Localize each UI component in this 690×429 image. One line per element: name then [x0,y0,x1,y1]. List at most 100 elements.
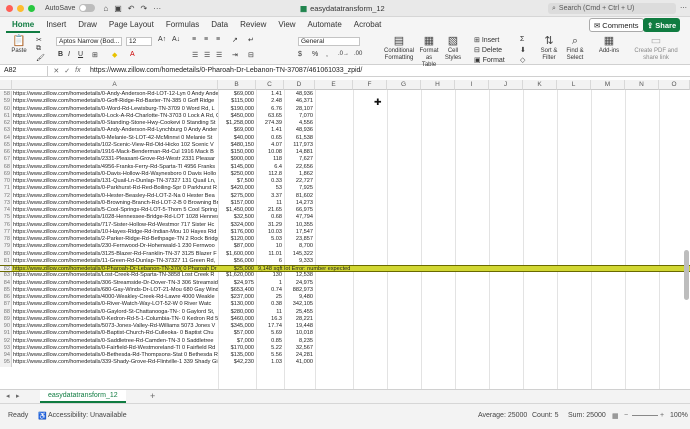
cell-url[interactable]: https://www.zillow.com/homedetails/3125-… [12,251,218,258]
cell-url[interactable]: https://www.zillow.com/homedetails/230-F… [12,243,218,250]
underline-icon[interactable]: U [78,51,83,58]
close-window-button[interactable] [6,4,13,12]
cell-url[interactable]: https://www.zillow.com/homedetails/4000-… [12,294,218,301]
row-number[interactable]: 84 [0,279,12,287]
clear-icon[interactable]: ◇ [520,56,525,64]
paste-button[interactable]: 📋 Paste [6,35,32,55]
home-icon[interactable]: ⌂ [103,4,108,13]
cell-url[interactable]: https://www.zillow.com/homedetails/0-Bet… [12,352,218,359]
cell-price[interactable]: $345,000 [218,323,256,330]
row-number[interactable]: 59 [0,98,12,106]
cell-price[interactable]: $900,000 [218,156,256,163]
cell-price[interactable]: $176,000 [218,229,256,236]
cell-price-per-acre[interactable]: 8,235 [284,338,315,345]
cell-acres[interactable]: 6.4 [256,164,284,171]
cell-price[interactable]: $42,230 [218,359,256,366]
cell-acres[interactable]: 11.01 [256,251,284,258]
cell-price[interactable]: $32,500 [218,214,256,221]
cell-acres[interactable]: 0.65 [256,135,284,142]
cell-url[interactable]: https://www.zillow.com/homedetails/0-Gof… [12,98,218,105]
cell-acres[interactable]: 1 [256,280,284,287]
cell-acres[interactable]: 118 [256,156,284,163]
cell-price[interactable]: $480,150 [218,142,256,149]
column-header-k[interactable]: K [523,80,557,90]
cell-price-per-acre[interactable]: 28,107 [284,106,315,113]
decrease-decimal-icon[interactable]: .00 [354,51,362,57]
cell-price[interactable]: $145,000 [218,164,256,171]
cell-price[interactable]: $1,258,000 [218,120,256,127]
row-number[interactable]: 86 [0,294,12,302]
cell-acres[interactable]: 0.74 [256,287,284,294]
cell-price-per-acre[interactable]: 14,273 [284,200,315,207]
align-right-icon[interactable]: ☰ [216,51,222,59]
column-header-c[interactable]: C [256,80,284,90]
column-header-m[interactable]: M [591,80,625,90]
cell-acres[interactable]: 63.65 [256,113,284,120]
cell-price[interactable]: $450,000 [218,113,256,120]
table-row[interactable]: 81 https://www.zillow.com/homedetails/11-… [0,257,690,265]
tab-review[interactable]: Review [234,20,272,33]
cell-acres[interactable]: 53 [256,185,284,192]
row-number[interactable]: 69 [0,170,12,178]
row-number[interactable]: 87 [0,301,12,309]
merge-icon[interactable]: ⊟ [248,51,254,59]
table-row[interactable]: 88 https://www.zillow.com/homedetails/0-G… [0,308,690,316]
more-icon[interactable]: ··· [153,4,161,13]
cell-price-per-acre[interactable]: 47,794 [284,214,315,221]
cell-acres[interactable]: 5.69 [256,330,284,337]
zoom-out-icon[interactable]: − [624,412,628,419]
cell-acres[interactable]: 10.08 [256,149,284,156]
cell-url[interactable]: https://www.zillow.com/homedetails/0-And… [12,91,218,98]
cell-acres[interactable]: 0.33 [256,178,284,185]
tab-view[interactable]: View [272,20,301,33]
cell-price-per-acre[interactable]: 46,371 [284,98,315,105]
cell-acres[interactable]: 6 [256,258,284,265]
cell-url[interactable]: https://www.zillow.com/homedetails/0-Fai… [12,345,218,352]
cell-price[interactable]: $69,000 [218,127,256,134]
cell-price-per-acre[interactable]: 117,973 [284,142,315,149]
cell-url[interactable]: https://www.zillow.com/homedetails/0-Loc… [12,113,218,120]
cell-url[interactable]: https://www.zillow.com/homedetails/0-Sad… [12,338,218,345]
table-row[interactable]: 64 https://www.zillow.com/homedetails/0-M… [0,134,690,142]
cell-price[interactable]: $280,000 [218,309,256,316]
tab-page-layout[interactable]: Page Layout [103,20,160,33]
row-number[interactable]: 72 [0,192,12,200]
row-number[interactable]: 73 [0,199,12,207]
cell-price[interactable]: $57,000 [218,330,256,337]
cell-price[interactable]: $7,500 [218,178,256,185]
cell-acres[interactable]: 6.76 [256,106,284,113]
cell-price[interactable]: $130,000 [218,301,256,308]
cell-acres[interactable]: 112.8 [256,171,284,178]
cell-price-per-acre[interactable]: 882,973 [284,287,315,294]
cell-acres[interactable]: 10 [256,243,284,250]
cell-price[interactable]: $7,000 [218,338,256,345]
cancel-icon[interactable]: ✕ [53,67,59,75]
tab-insert[interactable]: Insert [40,20,72,33]
column-header-i[interactable]: I [455,80,489,90]
column-header-a[interactable]: A [12,80,218,90]
percent-icon[interactable]: % [312,51,318,58]
table-row[interactable]: 76 https://www.zillow.com/homedetails/717… [0,221,690,229]
cell-price[interactable]: $157,000 [218,200,256,207]
table-row[interactable]: 89 https://www.zillow.com/homedetails/0-K… [0,315,690,323]
row-number[interactable]: 82 [0,266,12,272]
tab-acrobat[interactable]: Acrobat [348,20,388,33]
table-row[interactable]: 92 https://www.zillow.com/homedetails/0-S… [0,337,690,345]
cell-price-per-acre[interactable]: 28,221 [284,316,315,323]
cell-url[interactable]: https://www.zillow.com/homedetails/1916-… [12,149,218,156]
fill-color-icon[interactable]: ◆ [112,51,117,59]
table-row[interactable]: 93 https://www.zillow.com/homedetails/0-F… [0,344,690,352]
table-row[interactable]: 87 https://www.zillow.com/homedetails/0-R… [0,301,690,309]
table-row[interactable]: 59 https://www.zillow.com/homedetails/0-G… [0,98,690,106]
cell-url[interactable]: https://www.zillow.com/homedetails/0-Ked… [12,316,218,323]
column-header-o[interactable]: O [659,80,690,90]
row-number[interactable]: 77 [0,228,12,236]
cell-price[interactable]: $275,000 [218,193,256,200]
align-top-icon[interactable]: ≡ [192,36,196,43]
font-color-icon[interactable]: A [130,51,135,58]
vertical-scrollbar[interactable] [684,250,689,300]
cell-acres[interactable]: 5.22 [256,345,284,352]
row-number[interactable]: 64 [0,134,12,142]
currency-icon[interactable]: $ [298,51,302,58]
cell-url[interactable]: https://www.zillow.com/homedetails/306-S… [12,280,218,287]
